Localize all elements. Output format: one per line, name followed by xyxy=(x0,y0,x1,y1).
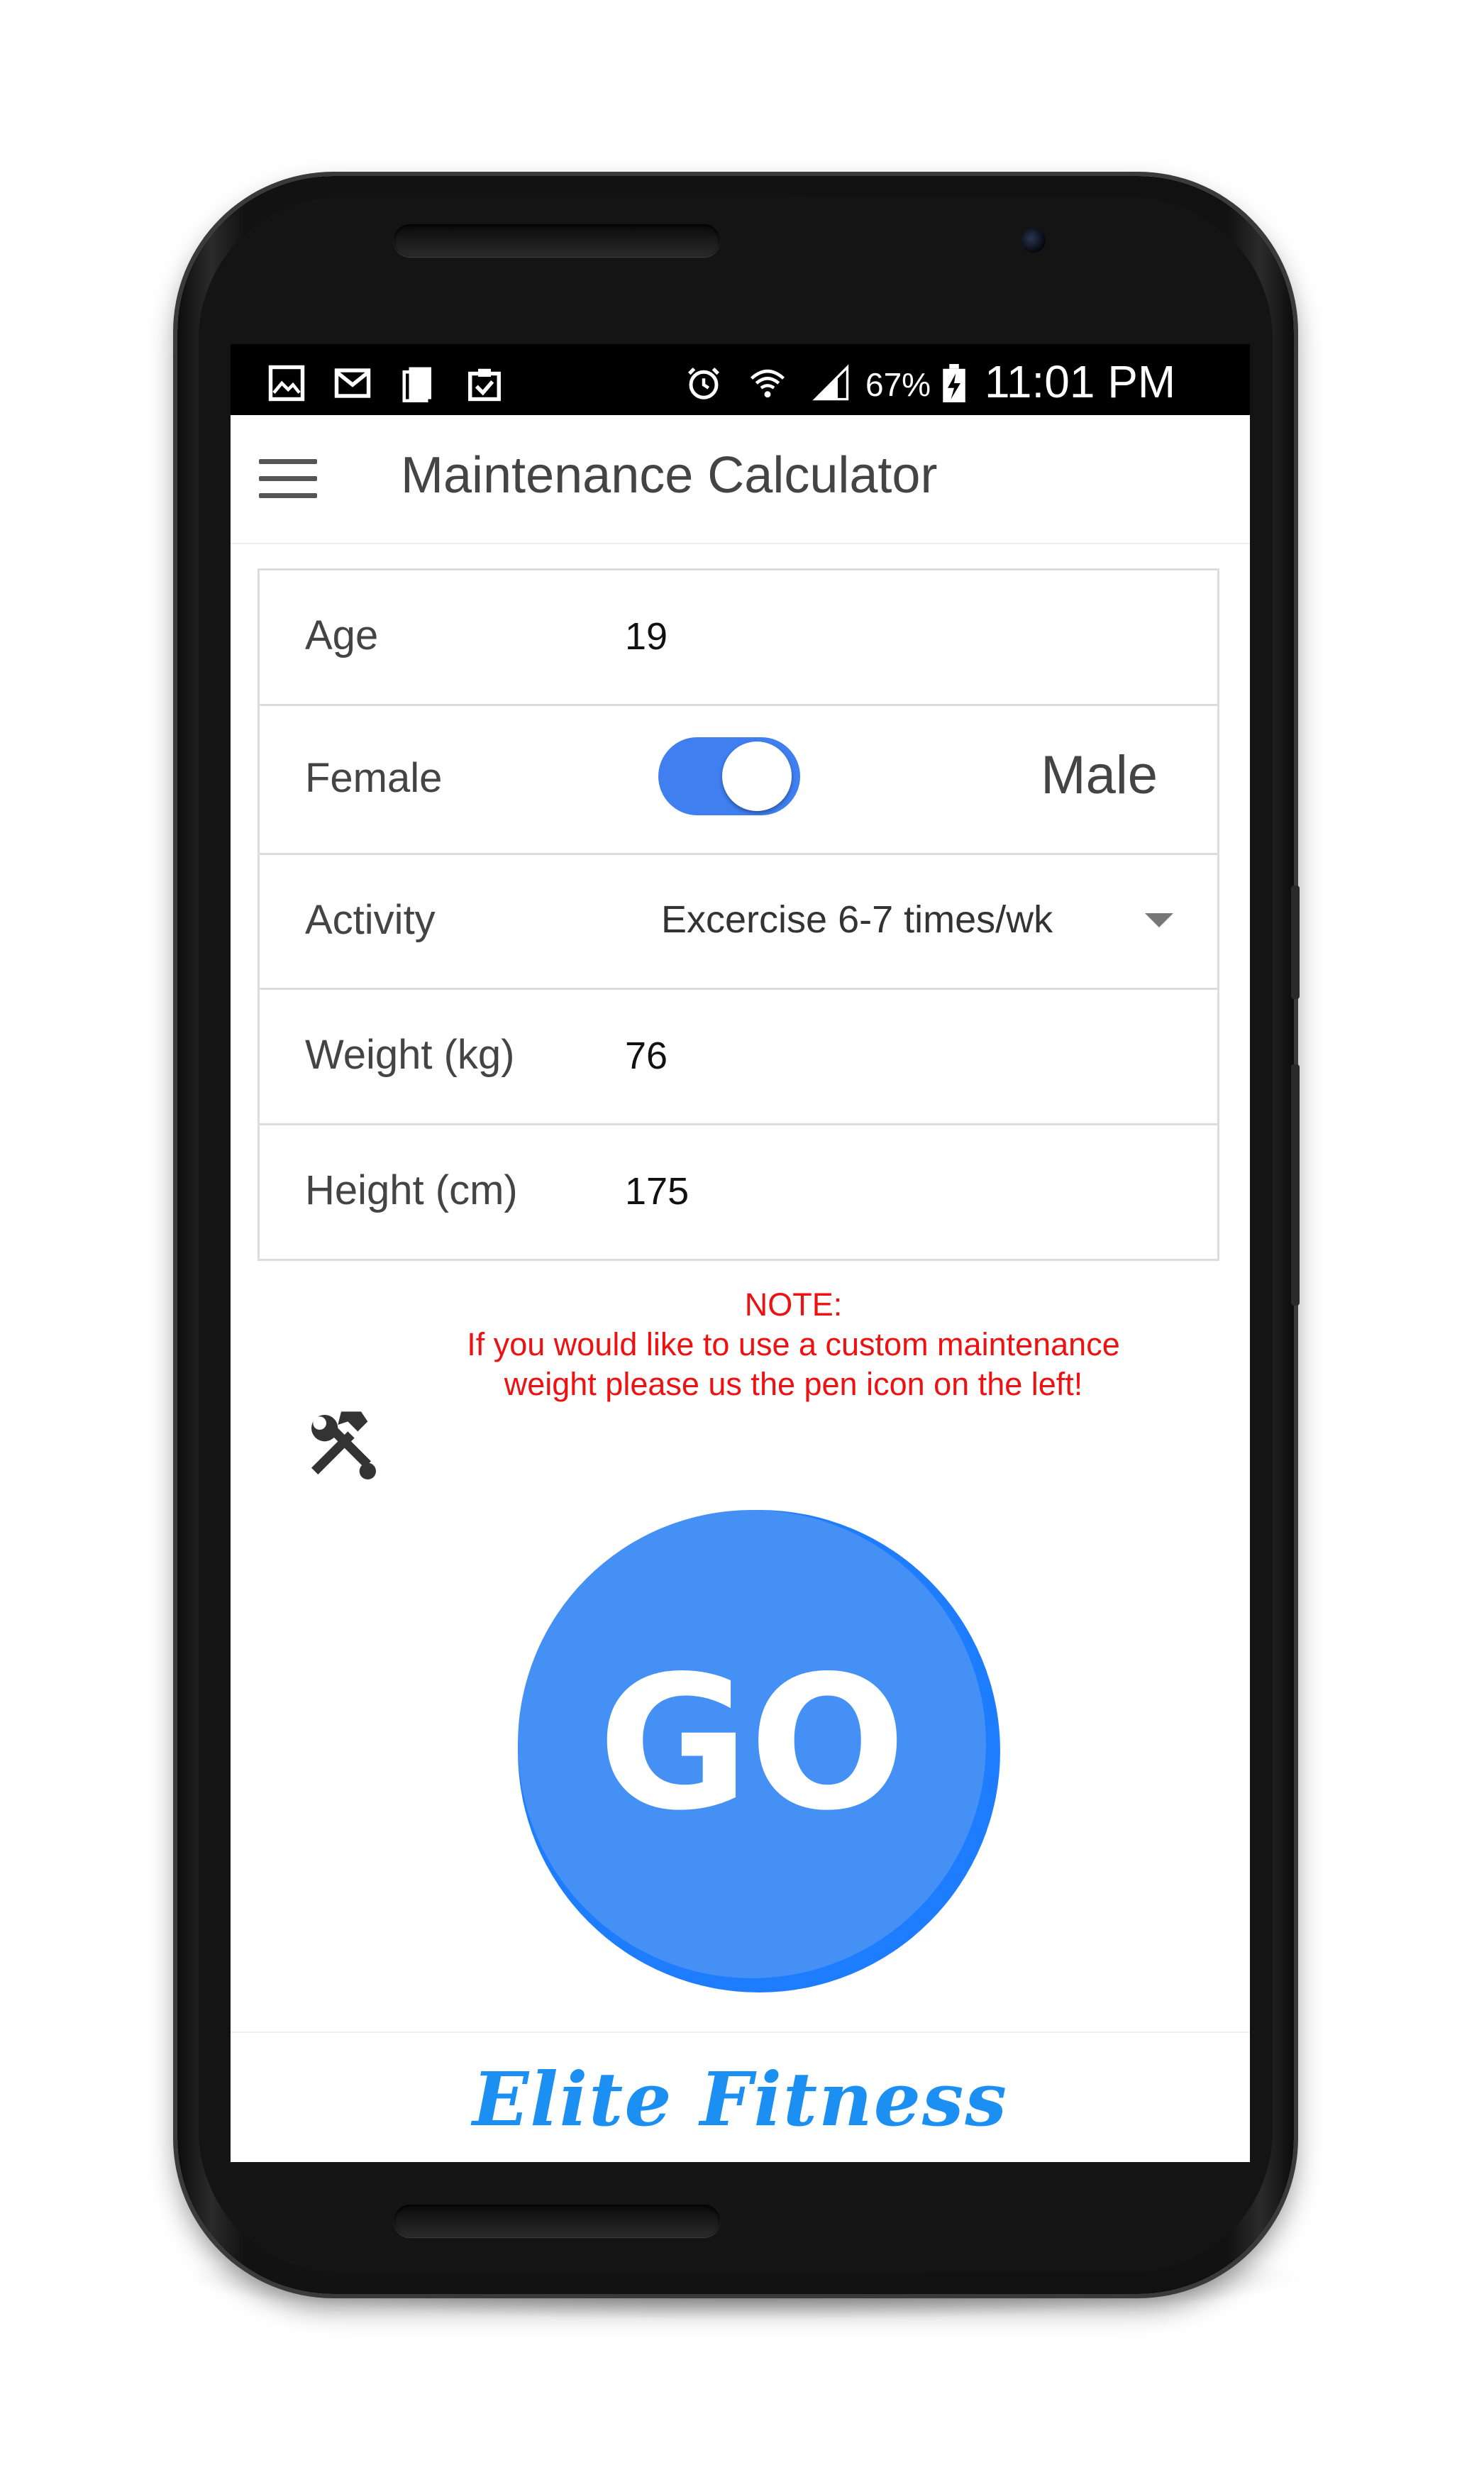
volume-button xyxy=(1291,886,1300,999)
brand-logo: Elite Fitness xyxy=(472,2056,1008,2143)
activity-select[interactable]: Excercise 6-7 times/wk xyxy=(661,898,1053,942)
hammer-wrench-icon[interactable] xyxy=(301,1405,381,1484)
age-input[interactable]: 19 xyxy=(625,614,668,658)
height-row: Height (cm) 175 xyxy=(260,1125,1217,1259)
note-line-1: If you would like to use a custom mainte… xyxy=(467,1326,1120,1362)
gender-row: Female Male xyxy=(260,706,1217,855)
female-label: Female xyxy=(305,755,443,801)
gender-toggle[interactable] xyxy=(658,732,800,815)
go-button[interactable]: GO xyxy=(518,1510,1000,1992)
weight-label: Weight (kg) xyxy=(305,1032,515,1078)
status-bar: 67% 11:01 PM xyxy=(231,344,1250,415)
power-button xyxy=(1291,1064,1300,1306)
age-row: Age 19 xyxy=(260,570,1217,706)
gmail-icon xyxy=(334,368,371,398)
clipboard-check-icon xyxy=(468,368,501,402)
app-bar: Maintenance Calculator xyxy=(231,415,1250,544)
weight-row: Weight (kg) 76 xyxy=(260,990,1217,1125)
battery-charging-icon xyxy=(943,364,965,402)
status-time: 11:01 PM xyxy=(985,356,1176,407)
activity-label: Activity xyxy=(305,897,436,943)
male-label: Male xyxy=(1041,745,1158,805)
age-label: Age xyxy=(305,612,379,658)
calculator-form: Age 19 Female Male Activity Excercise 6-… xyxy=(258,568,1219,1261)
alarm-icon xyxy=(687,367,720,399)
height-input[interactable]: 175 xyxy=(625,1169,689,1213)
footer: Elite Fitness xyxy=(231,2031,1250,2162)
front-camera xyxy=(1021,228,1046,253)
toggle-knob xyxy=(722,741,792,811)
dropdown-arrow-icon[interactable] xyxy=(1145,913,1173,927)
height-label: Height (cm) xyxy=(305,1167,518,1213)
signal-icon xyxy=(812,364,849,401)
bottom-speaker xyxy=(394,2205,720,2237)
go-button-label: GO xyxy=(597,1637,907,1851)
top-speaker xyxy=(394,224,720,257)
hamburger-menu-icon[interactable] xyxy=(259,459,317,499)
copy-icon xyxy=(402,367,431,402)
image-icon xyxy=(268,365,305,402)
note-heading: NOTE: xyxy=(744,1286,843,1323)
page-title: Maintenance Calculator xyxy=(401,447,938,504)
note-line-2: weight please us the pen icon on the lef… xyxy=(504,1366,1083,1402)
weight-input[interactable]: 76 xyxy=(625,1034,668,1078)
battery-percent: 67% xyxy=(865,366,931,403)
go-button-face: GO xyxy=(518,1510,986,1978)
custom-weight-note: NOTE: If you would like to use a custom … xyxy=(231,1285,1250,1404)
wifi-icon xyxy=(750,369,785,398)
activity-row[interactable]: Activity Excercise 6-7 times/wk xyxy=(260,855,1217,990)
phone-screen: 67% 11:01 PM Maintenance Calculator Age … xyxy=(231,344,1250,2162)
